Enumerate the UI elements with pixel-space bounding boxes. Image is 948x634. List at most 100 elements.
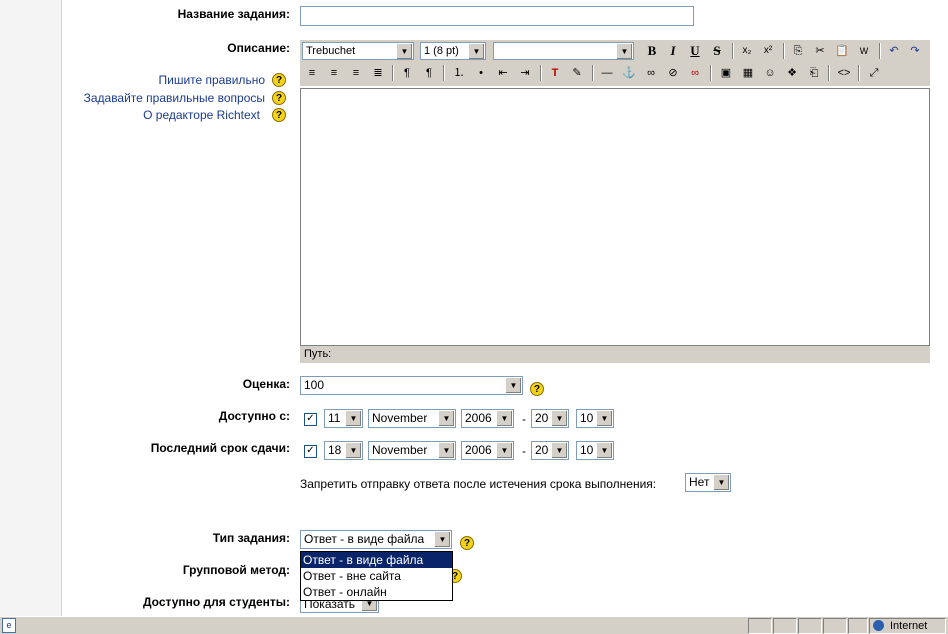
available-from-year-select[interactable]: 2006 ▼: [461, 409, 514, 428]
status-cell: [848, 618, 868, 634]
description-label: Описание:: [227, 41, 290, 55]
due-date-year-select[interactable]: 2006 ▼: [461, 441, 514, 460]
chevron-down-icon: ▼: [616, 44, 632, 59]
copy-icon[interactable]: ⎘: [789, 43, 807, 59]
highlight-color-icon[interactable]: ✎: [568, 65, 586, 81]
time-separator: -: [522, 444, 526, 458]
available-from-hour-select[interactable]: 20 ▼: [531, 409, 569, 428]
help-link-richtext-editor[interactable]: О редакторе Richtext: [143, 108, 260, 122]
toolbar-divider: [540, 65, 542, 81]
smiley-icon[interactable]: ☺: [761, 65, 779, 81]
redo-button[interactable]: ↷: [906, 43, 924, 59]
ltr-icon[interactable]: ¶: [398, 65, 416, 81]
minute-value: 10: [580, 443, 594, 457]
paste-icon[interactable]: 📋: [833, 43, 851, 59]
toolbar-divider: [828, 65, 830, 81]
help-link-write-correctly[interactable]: Пишите правильно: [158, 73, 265, 87]
outdent-icon[interactable]: ⇤: [494, 65, 512, 81]
subscript-button[interactable]: x₂: [738, 43, 756, 59]
anchor-icon[interactable]: ⚓: [620, 65, 638, 81]
size-select[interactable]: 1 (8 pt) ▼: [420, 42, 486, 60]
hour-value: 20: [535, 443, 549, 457]
available-from-minute-select[interactable]: 10 ▼: [576, 409, 614, 428]
undo-button[interactable]: ↶: [885, 43, 903, 59]
due-date-hour-select[interactable]: 20 ▼: [531, 441, 569, 460]
font-select[interactable]: Trebuchet ▼: [302, 42, 414, 60]
nolink-icon[interactable]: ∞: [686, 65, 704, 81]
chevron-down-icon: ▼: [434, 532, 450, 547]
strikethrough-button[interactable]: S: [708, 43, 726, 59]
due-date-minute-select[interactable]: 10 ▼: [576, 441, 614, 460]
chevron-down-icon: ▼: [596, 411, 612, 426]
italic-button[interactable]: I: [664, 43, 682, 59]
superscript-button[interactable]: x²: [759, 43, 777, 59]
style-select[interactable]: ▼: [493, 42, 634, 60]
available-from-day-select[interactable]: 11 ▼: [324, 409, 363, 428]
zone-cell: Internet: [869, 618, 946, 634]
due-date-checkbox[interactable]: ✓: [304, 445, 317, 458]
toolbar-divider: [710, 65, 712, 81]
indent-icon[interactable]: ⇥: [516, 65, 534, 81]
month-value: November: [372, 443, 428, 457]
help-link-ask-questions[interactable]: Задавайте правильные вопросы: [84, 91, 265, 105]
description-editor-area[interactable]: [300, 88, 930, 346]
chevron-down-icon: ▼: [713, 475, 729, 490]
dropdown-option[interactable]: Ответ - в виде файла: [301, 552, 452, 568]
help-icon[interactable]: ?: [460, 536, 474, 550]
due-date-day-select[interactable]: 18 ▼: [324, 441, 363, 460]
toolbar-divider: [732, 43, 734, 59]
grade-select[interactable]: 100 ▼: [300, 376, 523, 395]
prevent-late-select[interactable]: Нет ▼: [685, 473, 731, 492]
available-from-label: Доступно с:: [218, 409, 290, 423]
dropdown-option[interactable]: Ответ - онлайн: [301, 584, 452, 600]
day-value: 11: [328, 411, 341, 425]
chevron-down-icon: ▼: [468, 44, 484, 59]
rtl-icon[interactable]: ¶: [420, 65, 438, 81]
available-from-checkbox[interactable]: ✓: [304, 413, 317, 426]
align-center-icon[interactable]: ≡: [325, 65, 343, 81]
grade-label: Оценка:: [242, 377, 290, 391]
help-icon[interactable]: ?: [272, 73, 286, 87]
toolbar-divider: [392, 65, 394, 81]
help-icon[interactable]: ?: [272, 91, 286, 105]
align-justify-icon[interactable]: ≣: [369, 65, 387, 81]
html-source-icon[interactable]: <>: [835, 65, 853, 81]
page-status-icon: e: [2, 618, 16, 633]
search-replace-icon[interactable]: ⎗: [805, 65, 823, 81]
bold-button[interactable]: B: [643, 43, 661, 59]
chevron-down-icon: ▼: [438, 443, 454, 458]
cut-icon[interactable]: ✂: [811, 43, 829, 59]
dropdown-option[interactable]: Ответ - вне сайта: [301, 568, 452, 584]
toolbar-divider: [783, 43, 785, 59]
unordered-list-icon[interactable]: •: [472, 65, 490, 81]
special-char-icon[interactable]: ❖: [783, 65, 801, 81]
group-mode-label: Групповой метод:: [182, 563, 290, 577]
table-icon[interactable]: ▦: [739, 65, 757, 81]
minute-value: 10: [580, 411, 594, 425]
help-icon[interactable]: ?: [530, 382, 544, 396]
prevent-late-value: Нет: [689, 475, 710, 489]
align-left-icon[interactable]: ≡: [303, 65, 321, 81]
assignment-type-select[interactable]: Ответ - в виде файла ▼: [300, 530, 452, 549]
help-icon[interactable]: ?: [272, 108, 286, 122]
browser-status-bar: e Internet: [0, 616, 948, 634]
underline-button[interactable]: U: [686, 43, 704, 59]
zone-label: Internet: [890, 620, 928, 632]
image-icon[interactable]: ▣: [717, 65, 735, 81]
horizontal-rule-icon[interactable]: —: [598, 65, 616, 81]
unlink-icon[interactable]: ⊘: [664, 65, 682, 81]
chevron-down-icon: ▼: [596, 443, 612, 458]
day-value: 18: [328, 443, 342, 457]
link-icon[interactable]: ∞: [642, 65, 660, 81]
ordered-list-icon[interactable]: ⒈: [450, 65, 468, 81]
left-margin: [0, 0, 62, 616]
available-from-month-select[interactable]: November ▼: [368, 409, 456, 428]
align-right-icon[interactable]: ≡: [347, 65, 365, 81]
due-date-month-select[interactable]: November ▼: [368, 441, 456, 460]
fullscreen-icon[interactable]: ⤢: [865, 65, 883, 81]
text-color-icon[interactable]: T: [546, 65, 564, 81]
paste-word-icon[interactable]: W: [855, 43, 873, 59]
month-value: November: [372, 411, 428, 425]
assignment-type-label: Тип задания:: [212, 531, 290, 545]
task-name-input[interactable]: [300, 6, 694, 26]
